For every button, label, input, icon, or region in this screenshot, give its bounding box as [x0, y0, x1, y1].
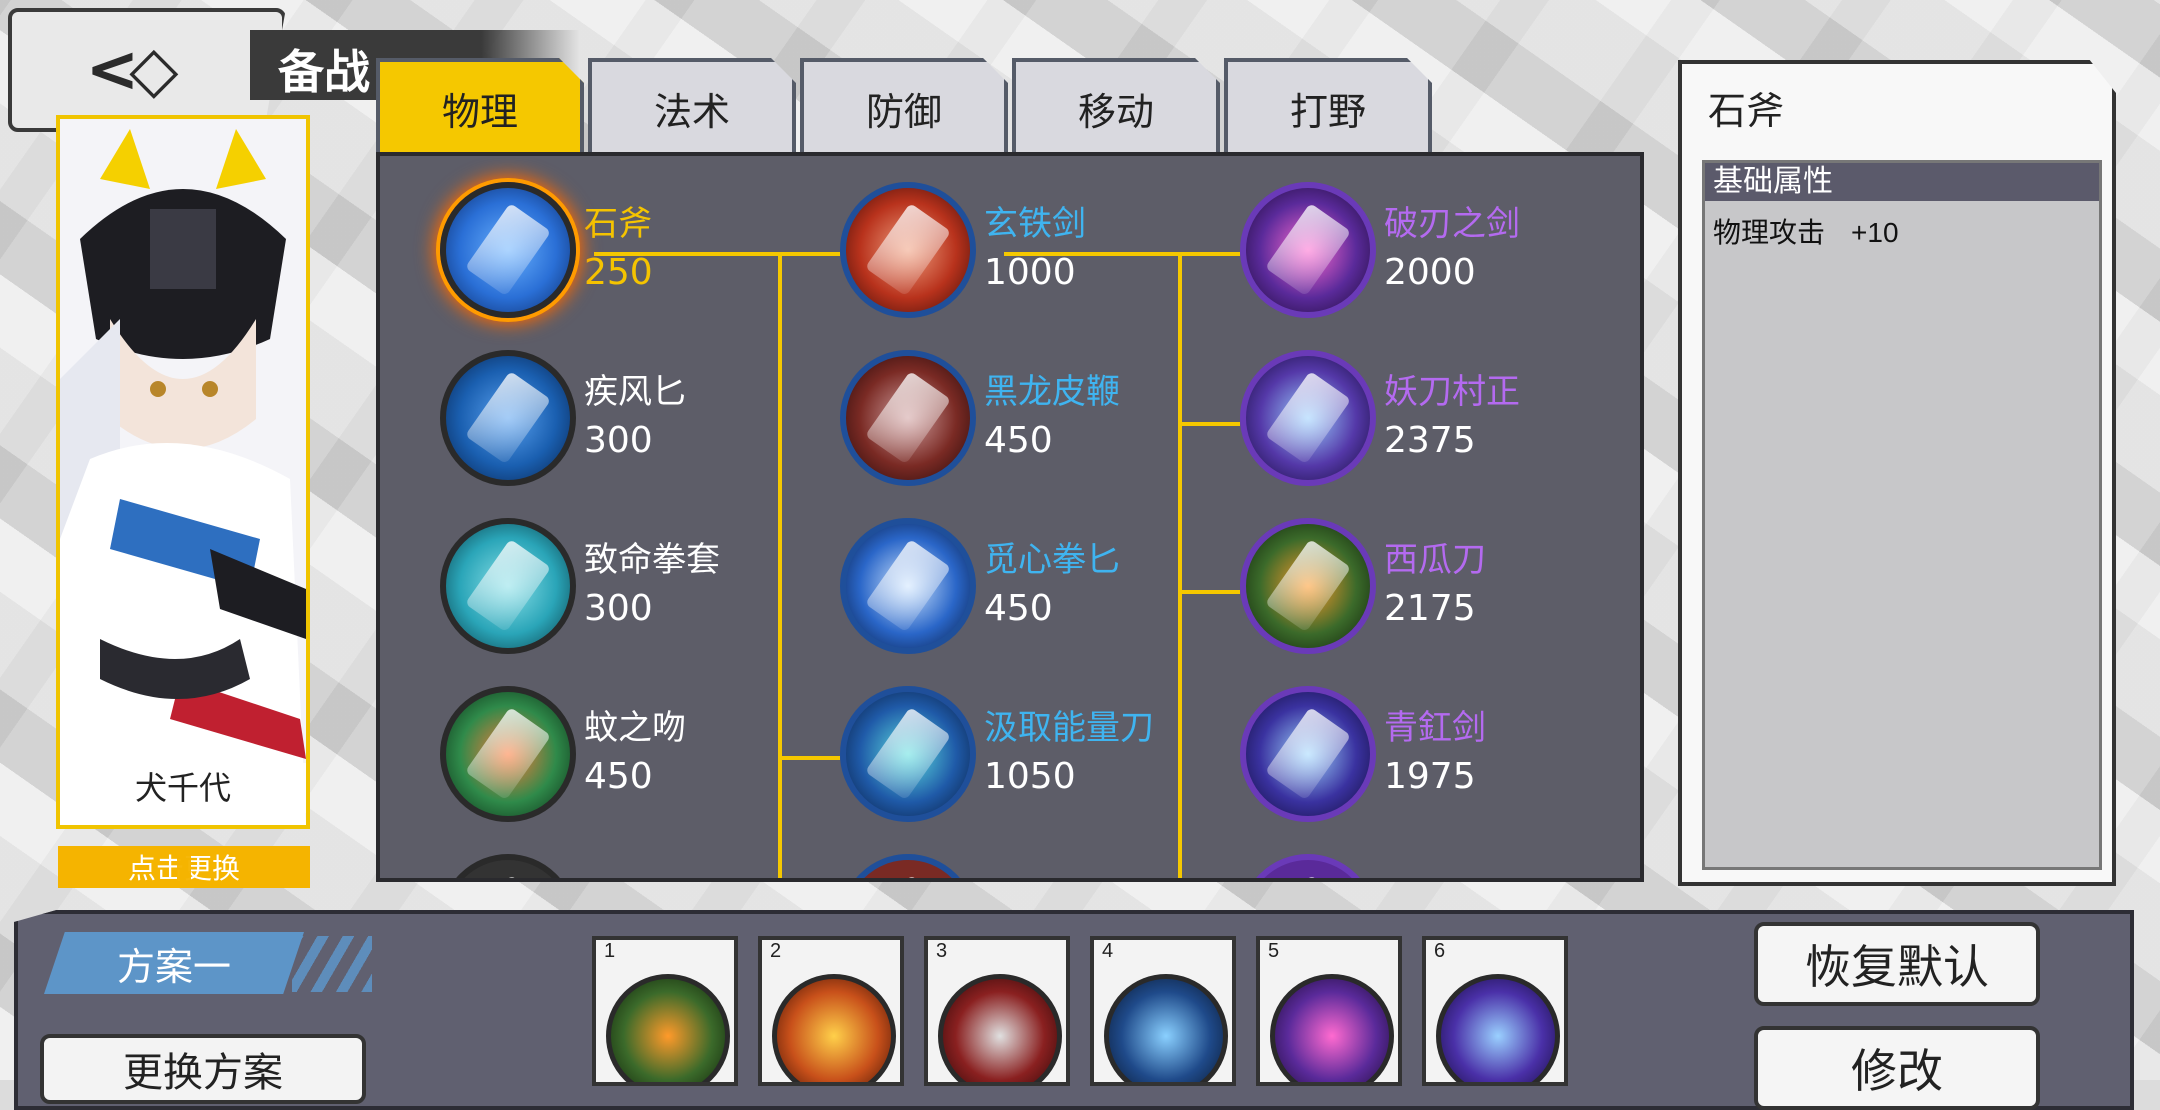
equipment-slot-5[interactable]: 5	[1256, 936, 1402, 1086]
gale-dagger-icon	[440, 350, 576, 486]
item-name: 石斧	[584, 204, 652, 244]
item-name: 蚊之吻	[584, 708, 686, 748]
item-price: 300	[584, 588, 653, 629]
energy-drain-blade-icon	[840, 686, 976, 822]
equipment-slot-4[interactable]: 4	[1090, 936, 1236, 1086]
hero-name: 犬千代	[60, 763, 306, 813]
slot-number: 5	[1268, 940, 1280, 962]
slot-number: 4	[1102, 940, 1114, 962]
detail-stat-row: 物理攻击 +10	[1705, 201, 2099, 261]
fire-boots-icon	[772, 974, 896, 1082]
item-energy-drain-blade[interactable]: 汲取能量刀 1050	[840, 686, 1154, 822]
item-name: 致命拳套	[584, 540, 720, 580]
broken-blade-sword-icon	[1270, 974, 1394, 1082]
detail-attributes-box: 基础属性 物理攻击 +10	[1702, 160, 2102, 870]
item-price: 250	[584, 252, 653, 293]
page-title: 备战	[278, 45, 370, 99]
heart-seeker-dagger-icon	[840, 518, 976, 654]
stone-axe-icon	[440, 182, 576, 318]
item-deadly-gauntlet[interactable]: 致命拳套 300	[440, 518, 720, 654]
item-black-iron-sword[interactable]: 玄铁剑 1000	[840, 182, 1086, 318]
tab-movement[interactable]: 移动	[1012, 58, 1220, 154]
black-dragon-whip-icon	[840, 350, 976, 486]
slot-number: 1	[604, 940, 616, 962]
tab-jungle[interactable]: 打野	[1224, 58, 1432, 154]
item-price: 300	[584, 420, 653, 461]
item-detail-panel: 石斧 基础属性 物理攻击 +10	[1678, 60, 2116, 886]
modify-button[interactable]: 修改	[1754, 1026, 2040, 1110]
watermelon-knife-icon	[606, 974, 730, 1082]
item-mosquito-kiss[interactable]: 蚊之吻 450	[440, 686, 686, 822]
deadly-gauntlet-icon	[440, 518, 576, 654]
tab-defense[interactable]: 防御	[800, 58, 1008, 154]
restore-default-button[interactable]: 恢复默认	[1754, 922, 2040, 1006]
mosquito-kiss-icon	[440, 686, 576, 822]
broken-blade-sword-icon	[1240, 182, 1376, 318]
item-price: 1050	[984, 756, 1076, 797]
item-name: 破刃之剑	[1384, 204, 1520, 244]
equipment-slot-6[interactable]: 6	[1422, 936, 1568, 1086]
change-hero-button[interactable]: 点击更换	[58, 846, 310, 888]
muramasa-blade-icon	[1240, 350, 1376, 486]
slot-number: 6	[1434, 940, 1446, 962]
crimson-blade-icon	[938, 974, 1062, 1082]
equipment-slot-2[interactable]: 2	[758, 936, 904, 1086]
hero-card[interactable]: 犬千代	[56, 115, 310, 829]
item-qinggang-sword[interactable]: 青釭剑 1975	[1240, 686, 1486, 822]
item-price: 450	[984, 588, 1053, 629]
item-gale-dagger[interactable]: 疾风匕 300	[440, 350, 686, 486]
back-arrow-icon: <◇	[85, 33, 179, 107]
item-price: 2000	[1384, 252, 1476, 293]
plan-name: 方案一	[44, 932, 304, 994]
hero-portrait	[60, 119, 306, 825]
steel-armor-icon	[1104, 974, 1228, 1082]
item-stone-axe[interactable]: 石斧 250	[440, 182, 653, 318]
item-price: 2375	[1384, 420, 1476, 461]
black-iron-sword-icon	[840, 182, 976, 318]
item-name: 汲取能量刀	[984, 708, 1154, 748]
item-price: 1975	[1384, 756, 1476, 797]
tab-physical[interactable]: 物理	[376, 58, 584, 154]
tab-magic[interactable]: 法术	[588, 58, 796, 154]
item-price: 450	[584, 756, 653, 797]
item-name: 青釭剑	[1384, 708, 1486, 748]
item-price: 2175	[1384, 588, 1476, 629]
slot-number: 2	[770, 940, 782, 962]
item-watermelon-knife[interactable]: 西瓜刀 2175	[1240, 518, 1486, 654]
switch-plan-button[interactable]: 更换方案	[40, 1034, 366, 1104]
item-name: 妖刀村正	[1384, 372, 1520, 412]
change-hero-label: 点击更换	[127, 852, 240, 885]
equipment-slot-1[interactable]: 1	[592, 936, 738, 1086]
item-price: 450	[984, 420, 1053, 461]
item-name: 西瓜刀	[1384, 540, 1486, 580]
stat-value: +10	[1851, 217, 1899, 248]
item-name: 玄铁剑	[984, 204, 1086, 244]
item-broken-blade-sword[interactable]: 破刃之剑 2000	[1240, 182, 1520, 318]
item-price: 1000	[984, 252, 1076, 293]
item-heart-seeker-dagger[interactable]: 觅心拳匕 450	[840, 518, 1120, 654]
item-name: 觅心拳匕	[984, 540, 1120, 580]
muramasa-blade-icon	[1436, 974, 1560, 1082]
back-button[interactable]: <◇	[8, 8, 286, 132]
stat-label: 物理攻击	[1713, 216, 1826, 249]
plan-stripes-decoration	[292, 936, 372, 992]
detail-section-header: 基础属性	[1705, 163, 2099, 201]
item-name: 黑龙皮鞭	[984, 372, 1120, 412]
item-tree-panel: 石斧 250 疾风匕 300 致命拳套 300 蚊之吻 450 玄铁剑 1000	[376, 152, 1644, 882]
equipment-slot-3[interactable]: 3	[924, 936, 1070, 1086]
watermelon-knife-icon	[1240, 518, 1376, 654]
item-name: 疾风匕	[584, 372, 686, 412]
item-muramasa-blade[interactable]: 妖刀村正 2375	[1240, 350, 1520, 486]
qinggang-sword-icon	[1240, 686, 1376, 822]
item-black-dragon-whip[interactable]: 黑龙皮鞭 450	[840, 350, 1120, 486]
slot-number: 3	[936, 940, 948, 962]
detail-item-name: 石斧	[1708, 89, 1785, 133]
